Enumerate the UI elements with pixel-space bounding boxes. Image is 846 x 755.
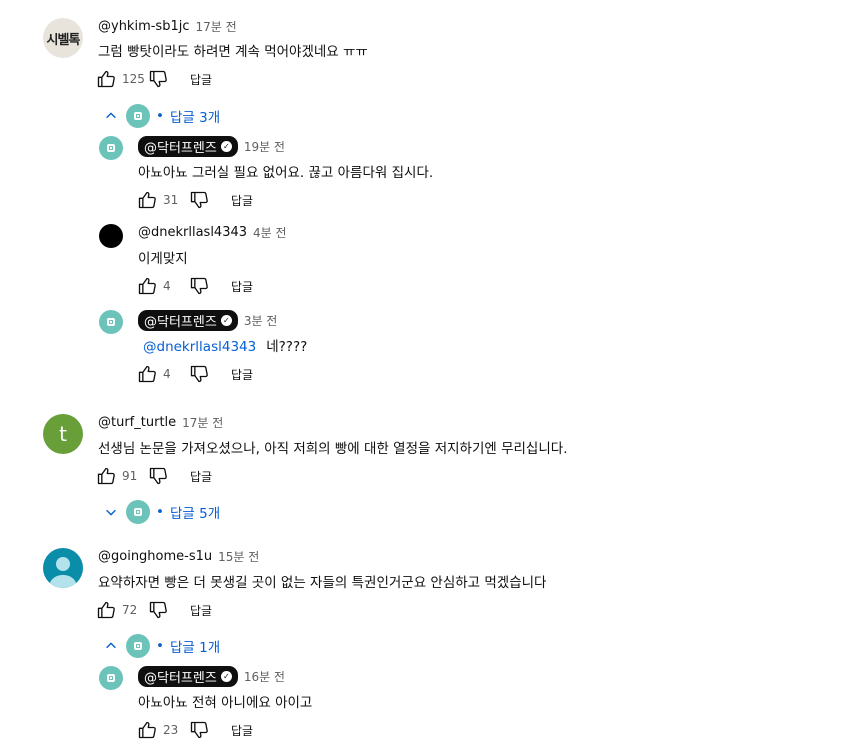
like-count: 125: [122, 72, 145, 86]
thumb-down-icon[interactable]: [189, 276, 209, 296]
reply-timestamp[interactable]: 19분 전: [244, 138, 285, 155]
user-silhouette-icon: [49, 557, 77, 588]
reply-text: @dnekrllasl4343 네????: [143, 339, 308, 355]
check-circle-icon: ✓: [220, 141, 232, 152]
avatar[interactable]: [99, 224, 123, 248]
mention-link[interactable]: @dnekrllasl4343: [143, 339, 256, 355]
reply-button[interactable]: 답글: [190, 71, 212, 88]
avatar: [126, 500, 150, 524]
thumb-up-icon[interactable]: [137, 364, 157, 384]
reply-actions: 4 답글: [137, 276, 253, 296]
comment-timestamp[interactable]: 15분 전: [218, 548, 259, 565]
reply-button[interactable]: 답글: [231, 278, 253, 295]
replies-toggle[interactable]: • 답글 1개: [104, 634, 220, 658]
creator-badge[interactable]: @닥터프렌즈 ✓: [138, 136, 238, 157]
like-count: 91: [122, 469, 138, 483]
comment-actions: 125 답글: [96, 69, 212, 89]
avatar: [126, 104, 150, 128]
like-count: 4: [163, 367, 171, 381]
reply-button[interactable]: 답글: [231, 722, 253, 739]
comment-author[interactable]: @turf_turtle: [98, 415, 176, 430]
reply-button[interactable]: 답글: [231, 192, 253, 209]
like-count: 31: [163, 193, 179, 207]
thumb-down-icon[interactable]: [189, 190, 209, 210]
replies-toggle[interactable]: • 답글 3개: [104, 104, 220, 128]
comment-text: 요약하자면 빵은 더 못생길 곳이 없는 자들의 특권인거군요 안심하고 먹겠습…: [98, 575, 547, 591]
reply-button[interactable]: 답글: [231, 366, 253, 383]
reply-button[interactable]: 답글: [190, 602, 212, 619]
thumb-up-icon[interactable]: [137, 190, 157, 210]
reply-button[interactable]: 답글: [190, 468, 212, 485]
comment-text: 선생님 논문을 가져오셨으나, 아직 저희의 빵에 대한 열정을 저지하기엔 무…: [98, 441, 568, 457]
avatar[interactable]: [99, 666, 123, 690]
replies-count: 답글 1개: [169, 640, 221, 656]
check-circle-icon: ✓: [220, 315, 232, 326]
reply-header: @닥터프렌즈 ✓ 3분 전: [138, 310, 277, 331]
thumb-up-icon[interactable]: [96, 600, 116, 620]
thumb-up-icon[interactable]: [137, 720, 157, 740]
reply-actions: 31 답글: [137, 190, 253, 210]
reply-timestamp[interactable]: 3분 전: [244, 312, 278, 329]
replies-count: 답글 5개: [169, 506, 221, 522]
reply-timestamp[interactable]: 16분 전: [244, 668, 285, 685]
reply-author[interactable]: @dnekrllasl4343: [138, 225, 247, 240]
reply-text: 아뇨아뇨 전혀 아니에요 아이고: [138, 695, 313, 711]
comment-header: @yhkim-sb1jc 17분 전: [98, 18, 237, 35]
reply-timestamp[interactable]: 4분 전: [253, 224, 287, 241]
reply-header: @닥터프렌즈 ✓ 19분 전: [138, 136, 285, 157]
chevron-down-icon: [104, 505, 118, 519]
like-count: 72: [122, 603, 138, 617]
like-count: 23: [163, 723, 179, 737]
avatar[interactable]: t: [43, 414, 83, 454]
creator-badge[interactable]: @닥터프렌즈 ✓: [138, 310, 238, 331]
thumb-down-icon[interactable]: [148, 69, 168, 89]
comment-header: @goinghome-s1u 15분 전: [98, 548, 259, 565]
reply-actions: 4 답글: [137, 364, 253, 384]
avatar[interactable]: [43, 548, 83, 588]
comment-timestamp[interactable]: 17분 전: [195, 18, 236, 35]
thumb-down-icon[interactable]: [148, 466, 168, 486]
reply-text: 이게맞지: [138, 251, 188, 267]
reply-actions: 23 답글: [137, 720, 253, 740]
avatar: [126, 634, 150, 658]
replies-count: 답글 3개: [169, 110, 221, 126]
avatar[interactable]: [99, 136, 123, 160]
reply-text: 아뇨아뇨 그러실 필요 없어요. 끊고 아름다워 집시다.: [138, 165, 434, 181]
avatar[interactable]: 시벨톡: [43, 18, 83, 58]
chevron-up-icon: [104, 639, 118, 653]
thumb-down-icon[interactable]: [148, 600, 168, 620]
comment-timestamp[interactable]: 17분 전: [182, 414, 223, 431]
like-count: 4: [163, 279, 171, 293]
comment-author[interactable]: @goinghome-s1u: [98, 549, 212, 564]
comment-text: 그럼 빵탓이라도 하려면 계속 먹어야겠네요 ㅠㅠ: [98, 44, 368, 60]
thumb-up-icon[interactable]: [96, 466, 116, 486]
thumb-up-icon[interactable]: [137, 276, 157, 296]
thumb-down-icon[interactable]: [189, 364, 209, 384]
reply-header: @dnekrllasl4343 4분 전: [138, 224, 287, 241]
replies-toggle[interactable]: • 답글 5개: [104, 500, 220, 524]
comment-author[interactable]: @yhkim-sb1jc: [98, 19, 189, 34]
comment-header: @turf_turtle 17분 전: [98, 414, 223, 431]
avatar[interactable]: [99, 310, 123, 334]
comment-actions: 91 답글: [96, 466, 212, 486]
chevron-up-icon: [104, 109, 118, 123]
creator-badge[interactable]: @닥터프렌즈 ✓: [138, 666, 238, 687]
comment-actions: 72 답글: [96, 600, 212, 620]
check-circle-icon: ✓: [220, 671, 232, 682]
reply-header: @닥터프렌즈 ✓ 16분 전: [138, 666, 285, 687]
thumb-up-icon[interactable]: [96, 69, 116, 89]
thumb-down-icon[interactable]: [189, 720, 209, 740]
